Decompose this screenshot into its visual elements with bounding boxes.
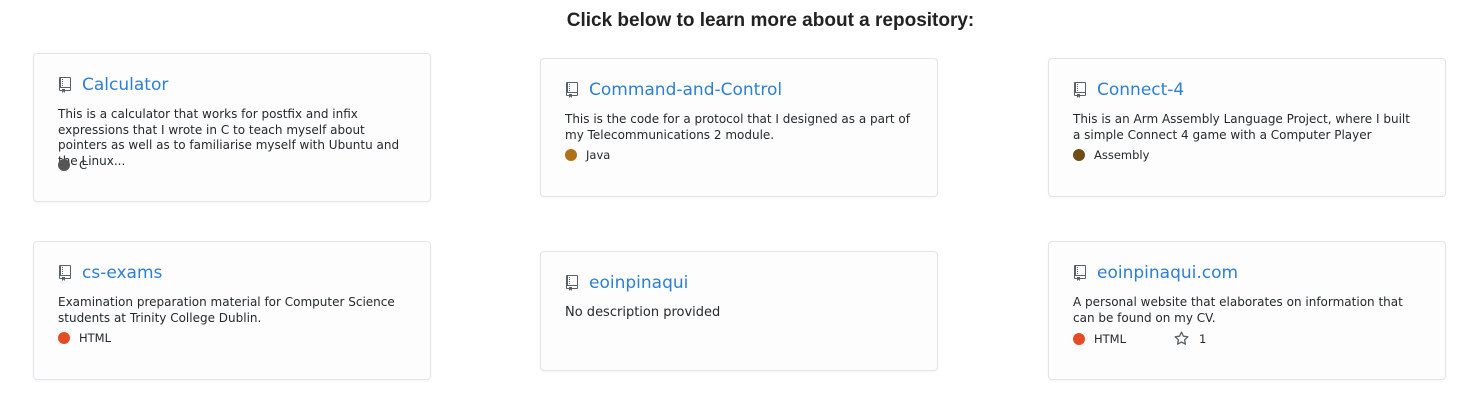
- repo-description: This is the code for a protocol that I d…: [565, 112, 910, 142]
- language-color-dot: [58, 332, 70, 344]
- language-color-dot: [565, 149, 577, 161]
- language-color-dot: [58, 159, 70, 171]
- repo-language: HTML: [1094, 331, 1127, 346]
- repo-language: C: [79, 158, 88, 172]
- repo-card-command-and-control[interactable]: Command-and-Control This is the code for…: [540, 58, 938, 197]
- repo-card-connect-4[interactable]: Connect-4 This is an Arm Assembly Langua…: [1048, 58, 1446, 197]
- repo-title-row[interactable]: eoinpinaqui.com: [1073, 260, 1421, 286]
- repo-meta: HTML 1: [1073, 331, 1421, 346]
- language-color-dot: [1073, 332, 1085, 345]
- repo-name[interactable]: Connect-4: [1097, 80, 1184, 100]
- repo-title-row[interactable]: Calculator: [58, 72, 406, 98]
- repo-language: Assembly: [1094, 148, 1150, 162]
- repo-name[interactable]: Command-and-Control: [589, 80, 782, 100]
- repo-description: No description provided: [565, 305, 721, 320]
- repo-description: This is a calculator that works for post…: [58, 107, 400, 168]
- repo-meta: HTML: [58, 331, 406, 345]
- star-count-value: 1: [1199, 331, 1207, 346]
- repo-meta: Java: [565, 148, 913, 162]
- repo-icon: [58, 77, 72, 93]
- language-color-dot: [1073, 149, 1085, 161]
- repo-name[interactable]: eoinpinaqui.com: [1097, 263, 1238, 283]
- repo-description: A personal website that elaborates on in…: [1073, 295, 1403, 325]
- repo-meta: Assembly: [1073, 148, 1421, 162]
- repo-name[interactable]: cs-exams: [82, 263, 162, 283]
- repo-card-eoinpinaqui-com[interactable]: eoinpinaqui.com A personal website that …: [1048, 241, 1446, 380]
- repo-icon: [1073, 82, 1087, 98]
- repo-name[interactable]: Calculator: [82, 75, 168, 95]
- repo-title-row[interactable]: cs-exams: [58, 260, 406, 286]
- page-heading: Click below to learn more about a reposi…: [566, 10, 975, 31]
- repo-icon: [565, 275, 579, 291]
- repo-icon: [1073, 265, 1087, 281]
- star-icon: [1174, 331, 1189, 345]
- repo-description: This is an Arm Assembly Language Project…: [1073, 112, 1410, 142]
- star-count[interactable]: 1: [1174, 331, 1206, 346]
- repo-icon: [565, 82, 579, 98]
- repo-icon: [58, 265, 72, 281]
- repo-name[interactable]: eoinpinaqui: [589, 273, 688, 293]
- repo-card-cs-exams[interactable]: cs-exams Examination preparation materia…: [33, 241, 431, 380]
- repo-card-eoinpinaqui[interactable]: eoinpinaqui No description provided: [540, 251, 938, 371]
- repo-title-row[interactable]: Connect-4: [1073, 77, 1421, 103]
- repo-language: Java: [586, 148, 611, 162]
- repo-title-row[interactable]: Command-and-Control: [565, 77, 913, 103]
- repo-title-row[interactable]: eoinpinaqui: [565, 270, 913, 296]
- repo-language: HTML: [79, 331, 112, 345]
- repo-description: Examination preparation material for Com…: [58, 295, 395, 325]
- repo-card-calculator[interactable]: Calculator This is a calculator that wor…: [33, 53, 431, 202]
